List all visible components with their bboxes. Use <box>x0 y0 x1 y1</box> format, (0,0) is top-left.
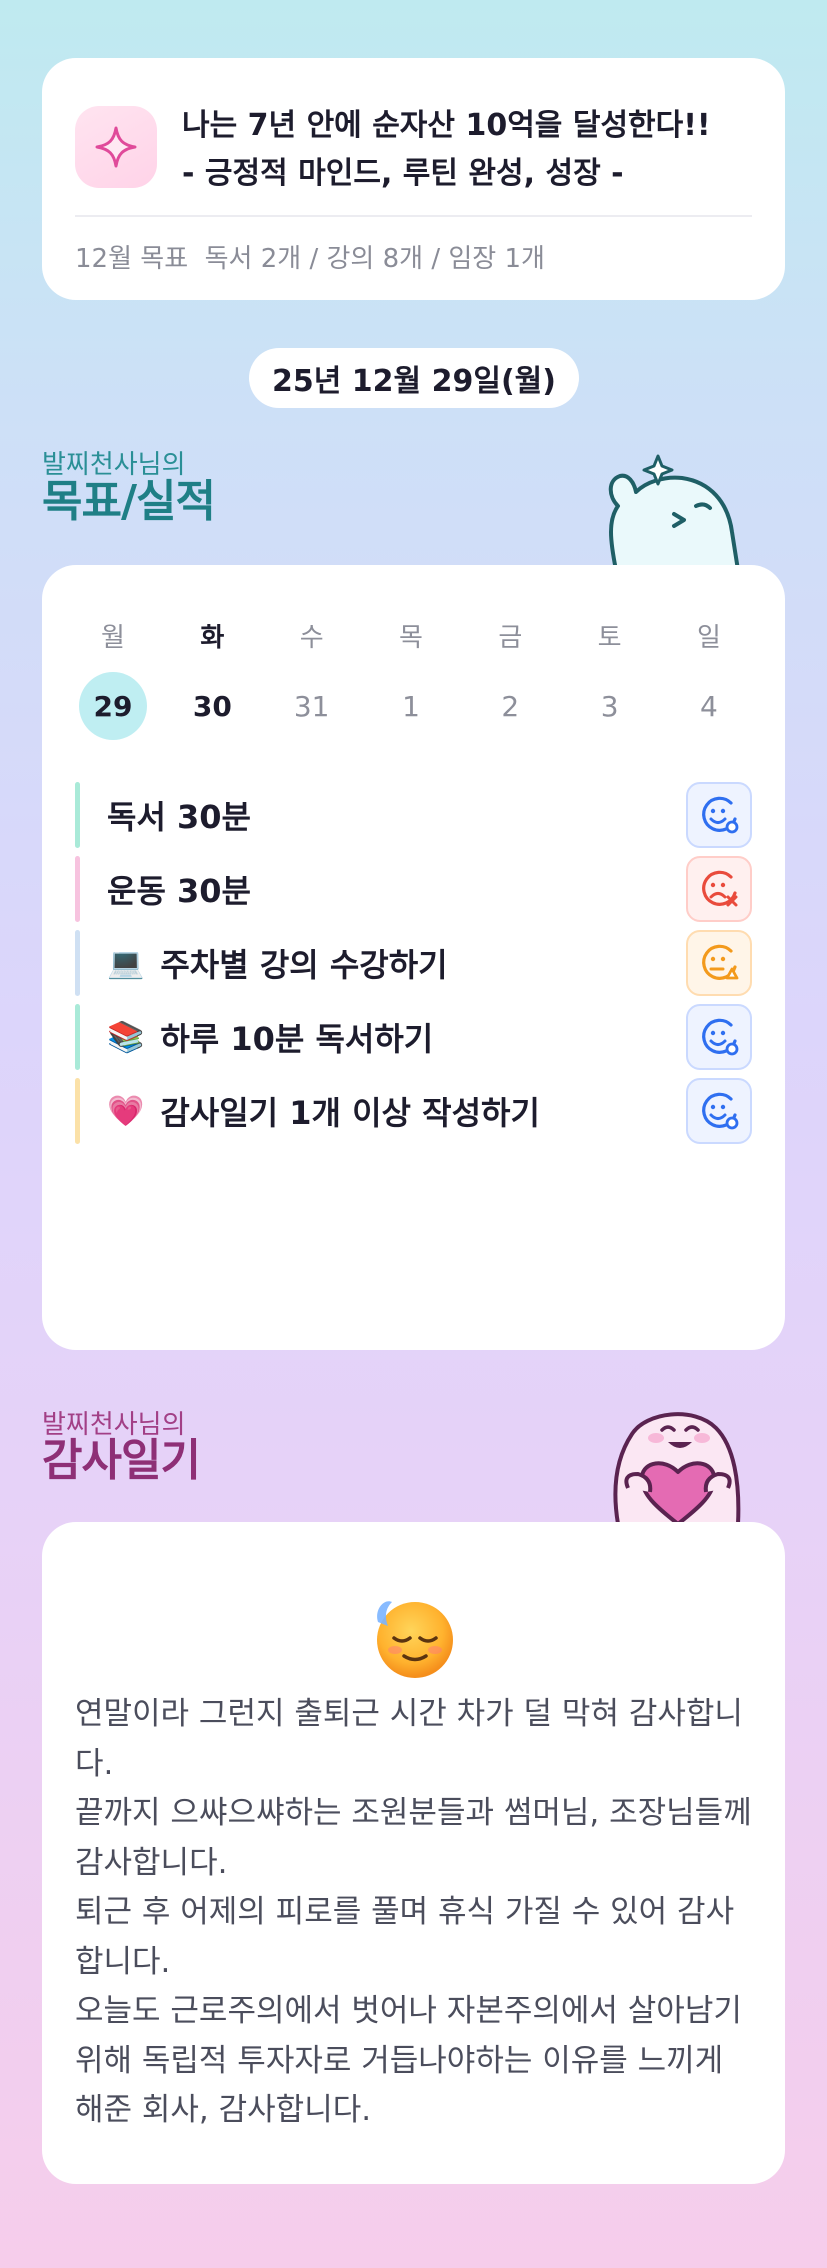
task-item[interactable]: 운동 30분 <box>75 856 752 922</box>
task-color-bar <box>75 856 80 922</box>
task-label: 주차별 강의 수강하기 <box>160 946 448 984</box>
task-label: 운동 30분 <box>107 872 251 910</box>
task-color-bar <box>75 1004 80 1070</box>
task-item[interactable]: 📚 하루 10분 독서하기 <box>75 1004 752 1070</box>
laptop-icon: 💻 <box>107 945 145 981</box>
relieved-face-icon <box>370 1592 460 1682</box>
waving-ghost-icon <box>598 440 748 572</box>
goals-card: 월 화 수 목 금 토 일 29 30 31 1 2 3 4 독서 30분 운동… <box>42 565 785 1350</box>
heart-ghost-icon <box>598 1398 758 1526</box>
task-item[interactable]: 독서 30분 <box>75 782 752 848</box>
task-color-bar <box>75 930 80 996</box>
status-partial-button[interactable] <box>686 930 752 996</box>
status-success-button[interactable] <box>686 782 752 848</box>
day-button[interactable]: 4 <box>675 672 743 740</box>
weekday-label: 일 <box>697 623 721 653</box>
sad-x-icon <box>702 870 738 907</box>
gratitude-section-title: 감사일기 <box>42 1435 201 1486</box>
status-success-button[interactable] <box>686 1004 752 1070</box>
date-pill[interactable]: 25년 12월 29일(월) <box>249 348 579 408</box>
goals-section-title: 목표/실적 <box>42 476 216 527</box>
books-icon: 📚 <box>107 1019 145 1055</box>
task-label: 독서 30분 <box>107 798 251 836</box>
goal-title: 나는 7년 안에 순자산 10억을 달성한다!! - 긍정적 마인드, 루틴 완… <box>182 102 772 198</box>
weekday-row: 월 화 수 목 금 토 일 <box>42 620 785 656</box>
day-button[interactable]: 2 <box>476 672 544 740</box>
diary-text: 연말이라 그런지 출퇴근 시간 차가 덜 막혀 감사합니다. 끝까지 으쌰으쌰하… <box>75 1696 752 2128</box>
goal-title-line1: 나는 7년 안에 순자산 10억을 달성한다!! <box>182 108 711 143</box>
smile-check-icon <box>702 1092 739 1130</box>
weekday-label: 금 <box>498 623 523 653</box>
divider <box>75 215 752 217</box>
day-button[interactable]: 30 <box>178 672 246 740</box>
monthly-goal-text: 12월 목표 독서 2개 / 강의 8개 / 임장 1개 <box>75 244 545 274</box>
weekday-label: 수 <box>299 623 324 653</box>
goal-title-line2: - 긍정적 마인드, 루틴 완성, 성장 - <box>182 156 624 191</box>
task-item[interactable]: 💗 감사일기 1개 이상 작성하기 <box>75 1078 752 1144</box>
weekday-label: 목 <box>399 623 423 653</box>
day-button[interactable]: 31 <box>278 672 346 740</box>
day-selected[interactable]: 29 <box>79 672 147 740</box>
neutral-triangle-icon <box>702 944 739 980</box>
status-fail-button[interactable] <box>686 856 752 922</box>
smile-check-icon <box>702 796 739 834</box>
task-item[interactable]: 💻 주차별 강의 수강하기 <box>75 930 752 996</box>
sparkle-icon <box>75 106 157 188</box>
task-color-bar <box>75 782 80 848</box>
task-color-bar <box>75 1078 80 1144</box>
smile-check-icon <box>702 1018 739 1056</box>
day-button[interactable]: 1 <box>377 672 445 740</box>
task-label: 감사일기 1개 이상 작성하기 <box>160 1094 540 1132</box>
goal-card: 나는 7년 안에 순자산 10억을 달성한다!! - 긍정적 마인드, 루틴 완… <box>42 58 785 300</box>
weekday-label: 토 <box>597 623 622 653</box>
heart-icon: 💗 <box>107 1093 145 1129</box>
weekday-label: 화 <box>200 623 225 653</box>
weekday-label: 월 <box>101 623 125 653</box>
status-success-button[interactable] <box>686 1078 752 1144</box>
task-label: 하루 10분 독서하기 <box>160 1020 434 1058</box>
day-row: 29 30 31 1 2 3 4 <box>42 672 785 740</box>
gratitude-diary-card: 연말이라 그런지 출퇴근 시간 차가 덜 막혀 감사합니다. 끝까지 으쌰으쌰하… <box>42 1522 785 2184</box>
day-button[interactable]: 3 <box>576 672 644 740</box>
